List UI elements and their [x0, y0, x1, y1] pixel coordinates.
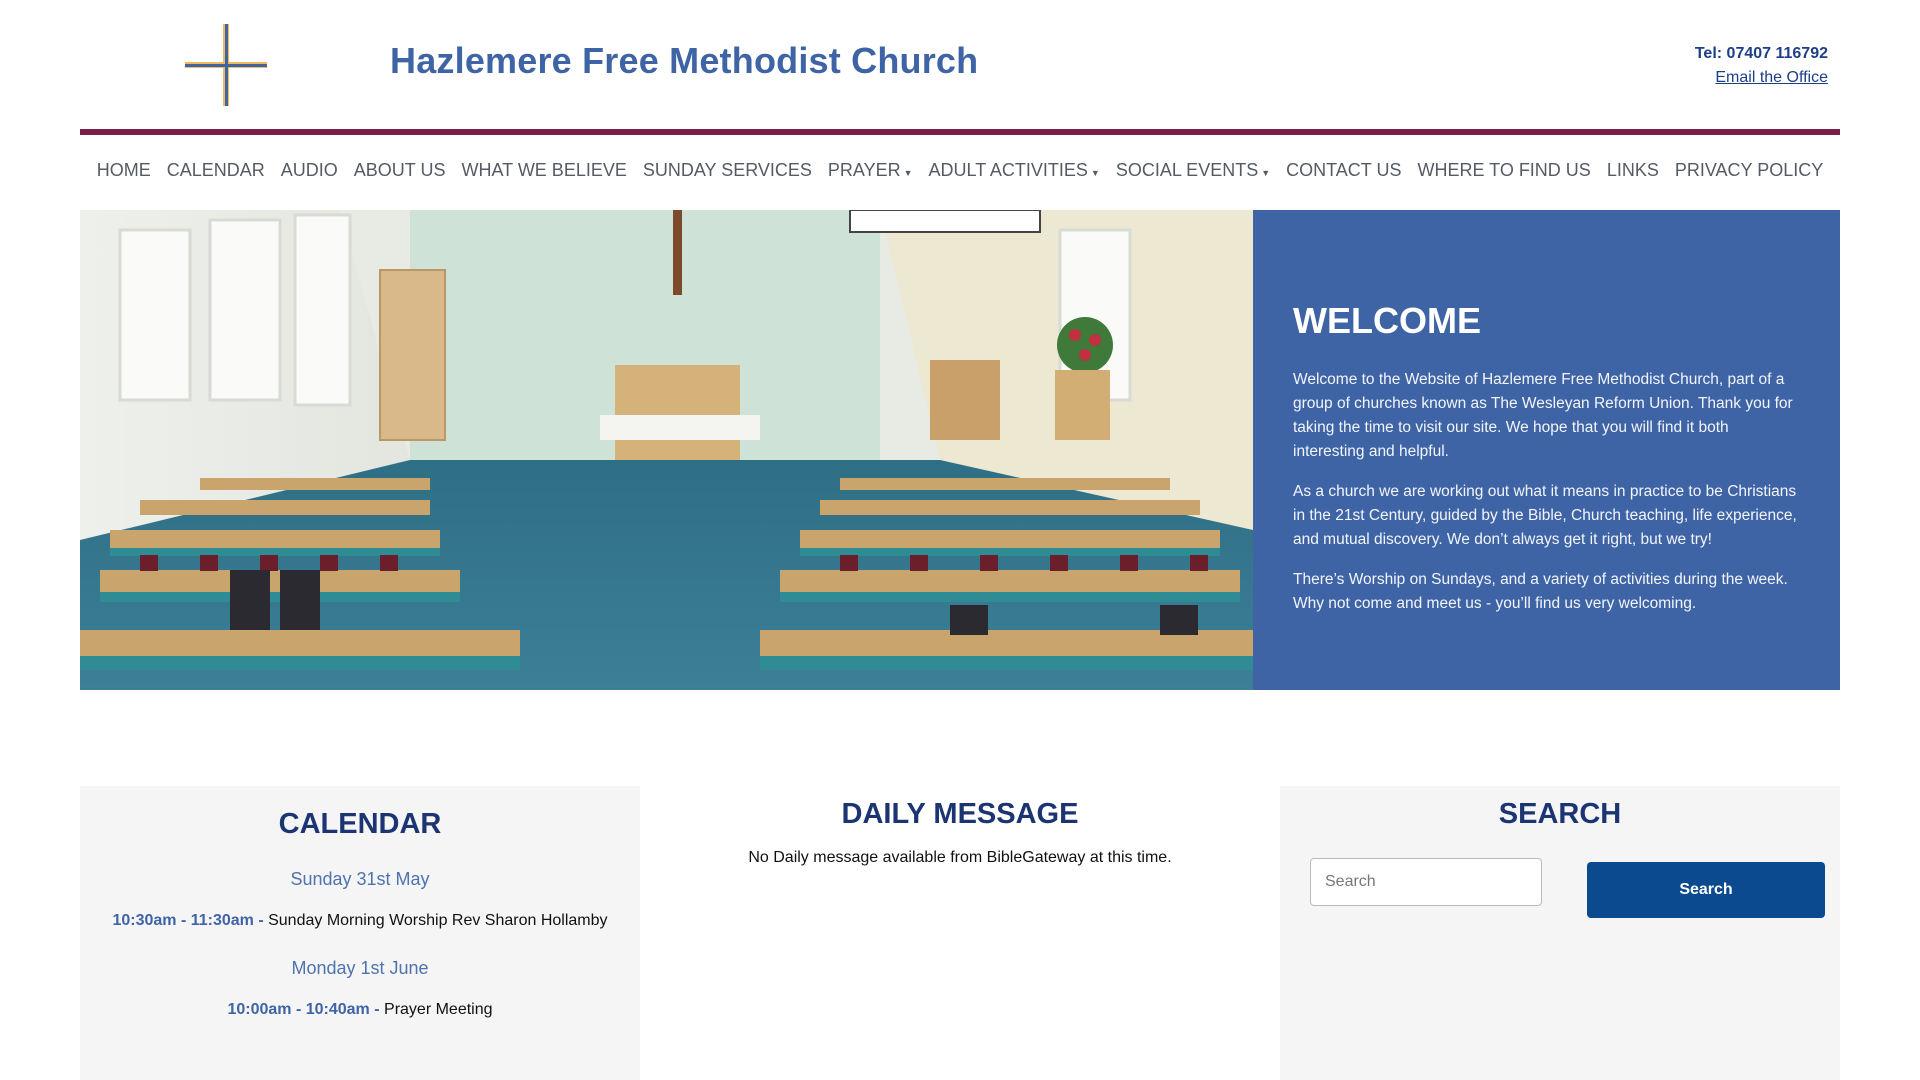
church-interior-image [80, 210, 1253, 690]
calendar-heading: CALENDAR [278, 808, 442, 840]
caret-down-icon: ▼ [903, 168, 913, 178]
nav-item-prayer[interactable]: PRAYER ▼ [828, 160, 913, 181]
nav-item-sunday-services[interactable]: SUNDAY SERVICES [643, 160, 812, 181]
event-title: Sunday Morning Worship Rev Sharon Hollam… [268, 912, 608, 929]
calendar-date: Monday 1st June [291, 958, 429, 978]
nav-label: WHERE TO FIND US [1417, 159, 1591, 180]
daily-message-heading: DAILY MESSAGE [841, 798, 1079, 830]
welcome-paragraph: Welcome to the Website of Hazlemere Free… [1293, 371, 1793, 460]
nav-label: CONTACT US [1286, 159, 1402, 180]
nav-item-home[interactable]: HOME [97, 160, 151, 181]
nav-label: WHAT WE BELIEVE [461, 159, 627, 180]
email-office-link[interactable]: Email the Office [1695, 66, 1828, 90]
main-nav: HOME CALENDAR AUDIO ABOUT US WHAT WE BEL… [80, 150, 1840, 190]
caret-down-icon: ▼ [1261, 168, 1271, 178]
search-widget: SEARCH Search [1280, 786, 1840, 1080]
calendar-event[interactable]: 10:30am - 11:30am - Sunday Morning Worsh… [80, 912, 640, 930]
event-time: 10:00am - 10:40am - [227, 1001, 380, 1018]
caret-down-icon: ▼ [1090, 168, 1100, 178]
nav-label: AUDIO [280, 159, 338, 180]
nav-item-adult-activities[interactable]: ADULT ACTIVITIES ▼ [929, 160, 1100, 181]
daily-message-widget: DAILY MESSAGE No Daily message available… [680, 786, 1240, 1080]
nav-item-about-us[interactable]: ABOUT US [354, 160, 446, 181]
nav-item-audio[interactable]: AUDIO [281, 160, 338, 181]
cross-logo-icon[interactable] [185, 24, 267, 106]
hero-section: WELCOME Welcome to the Website of Hazlem… [80, 210, 1840, 690]
nav-label: CALENDAR [166, 159, 265, 180]
nav-item-what-we-believe[interactable]: WHAT WE BELIEVE [461, 160, 626, 181]
contact-block: Tel: 07407 116792 Email the Office [1695, 42, 1828, 90]
nav-item-where-to-find-us[interactable]: WHERE TO FIND US [1417, 160, 1590, 181]
site-title[interactable]: Hazlemere Free Methodist Church [390, 40, 978, 82]
nav-item-calendar[interactable]: CALENDAR [167, 160, 265, 181]
nav-label: SOCIAL EVENTS [1115, 159, 1259, 180]
welcome-heading: WELCOME [1293, 300, 1481, 341]
welcome-panel: WELCOME Welcome to the Website of Hazlem… [1253, 210, 1840, 690]
nav-label: ADULT ACTIVITIES [928, 159, 1088, 180]
calendar-widget: CALENDAR Sunday 31st May 10:30am - 11:30… [80, 786, 640, 1080]
calendar-event[interactable]: 10:00am - 10:40am - Prayer Meeting [80, 1001, 640, 1019]
header-divider [80, 129, 1840, 135]
welcome-paragraph: There’s Worship on Sundays, and a variet… [1293, 571, 1788, 612]
nav-label: HOME [96, 159, 151, 180]
search-heading: SEARCH [1498, 798, 1622, 830]
church-interior-illustration [80, 210, 1253, 690]
daily-message-text: No Daily message available from BibleGat… [748, 849, 1172, 866]
nav-label: SUNDAY SERVICES [642, 159, 812, 180]
nav-label: ABOUT US [353, 159, 446, 180]
nav-label: PRIVACY POLICY [1674, 159, 1824, 180]
nav-item-privacy-policy[interactable]: PRIVACY POLICY [1675, 160, 1823, 181]
telephone-number: Tel: 07407 116792 [1694, 45, 1828, 62]
event-title: Prayer Meeting [384, 1001, 493, 1018]
search-input[interactable] [1310, 858, 1542, 906]
site-header: Hazlemere Free Methodist Church Tel: 074… [80, 0, 1840, 130]
nav-item-contact-us[interactable]: CONTACT US [1286, 160, 1401, 181]
nav-item-links[interactable]: LINKS [1607, 160, 1659, 181]
search-button[interactable]: Search [1587, 862, 1825, 918]
event-time: 10:30am - 11:30am - [112, 912, 264, 929]
welcome-paragraph: As a church we are working out what it m… [1293, 483, 1797, 548]
calendar-date: Sunday 31st May [290, 869, 430, 889]
nav-item-social-events[interactable]: SOCIAL EVENTS ▼ [1116, 160, 1270, 181]
nav-label: LINKS [1606, 159, 1659, 180]
nav-label: PRAYER [827, 159, 901, 180]
